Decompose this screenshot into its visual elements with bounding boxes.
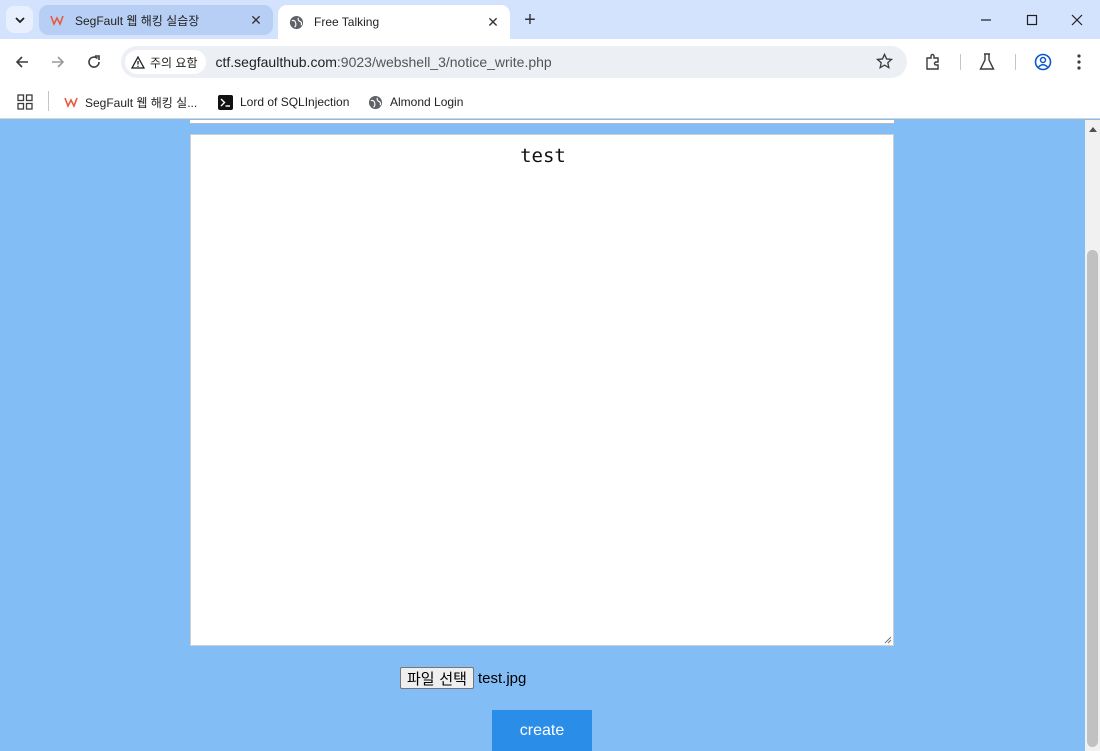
labs-flask-icon[interactable] [972,47,1002,77]
close-icon[interactable]: ✕ [247,11,265,29]
close-icon[interactable]: ✕ [484,13,502,31]
segfault-favicon-icon [64,97,78,108]
tab-segfault[interactable]: SegFault 웹 해킹 실습장 ✕ [39,5,273,35]
reload-icon[interactable] [79,47,109,77]
bookmark-label: Lord of SQLInjection [240,95,350,109]
url-path: :9023/webshell_3/notice_write.php [336,54,552,70]
browser-toolbar: 주의 요함 ctf.segfaulthub.com:9023/webshell_… [0,39,1100,85]
url-text: ctf.segfaulthub.com:9023/webshell_3/noti… [216,54,552,70]
terminal-icon [218,94,233,110]
globe-icon [288,14,304,30]
bookmarks-bar: SegFault 웹 해킹 실... Lord of SQLInjection … [0,85,1100,119]
bookmark-segfault[interactable]: SegFault 웹 해킹 실... [64,91,197,113]
toolbar-divider [960,54,961,70]
tab-free-talking[interactable]: Free Talking ✕ [278,5,510,39]
choose-file-button[interactable]: 파일 선택 [400,667,474,689]
extensions-puzzle-icon[interactable] [918,47,948,77]
apps-grid-icon[interactable] [17,91,33,113]
maximize-icon[interactable] [1009,0,1055,39]
minimize-icon[interactable] [963,0,1009,39]
textarea-content: test [520,145,566,167]
forward-arrow-icon[interactable] [43,47,73,77]
bookmark-label: Almond Login [390,95,464,109]
tab-title: Free Talking [314,15,380,29]
tab-strip: SegFault 웹 해킹 실습장 ✕ Free Talking ✕ + [0,0,1100,39]
new-tab-plus-icon[interactable]: + [519,9,541,31]
tab-search-button[interactable] [6,6,33,33]
kebab-menu-icon[interactable] [1064,47,1094,77]
window-close-icon[interactable] [1054,0,1100,39]
chevron-down-icon [14,16,25,23]
title-input-edge[interactable] [190,120,894,124]
file-upload-row: 파일 선택 test.jpg [400,667,526,689]
security-warning-chip[interactable]: 주의 요함 [125,50,206,74]
bookmarks-divider [48,91,49,111]
tab-title: SegFault 웹 해킹 실습장 [75,13,200,28]
address-bar[interactable]: 주의 요함 ctf.segfaulthub.com:9023/webshell_… [121,46,907,78]
scroll-thumb[interactable] [1087,250,1098,747]
profile-avatar-icon[interactable] [1028,47,1058,77]
globe-icon [368,95,383,109]
content-textarea[interactable]: test [190,134,894,646]
back-arrow-icon[interactable] [7,47,37,77]
bookmark-label: SegFault 웹 해킹 실... [85,95,198,110]
bookmark-almond-login[interactable]: Almond Login [368,91,463,113]
bookmark-lord-of-sqlinjection[interactable]: Lord of SQLInjection [218,91,349,113]
bookmark-star-icon[interactable] [875,52,894,75]
vertical-scrollbar[interactable] [1085,120,1100,751]
toolbar-divider [1015,54,1016,70]
create-button[interactable]: create [492,710,592,751]
scroll-up-arrow-icon[interactable] [1085,120,1100,137]
warning-triangle-icon [131,55,145,69]
selected-file-name: test.jpg [477,669,527,687]
url-host: ctf.segfaulthub.com [215,54,337,70]
security-chip-label: 주의 요함 [150,55,198,70]
page-content: test 파일 선택 test.jpg create [0,120,1085,751]
segfault-favicon-icon [49,12,65,28]
resize-grip-icon[interactable] [882,634,892,644]
